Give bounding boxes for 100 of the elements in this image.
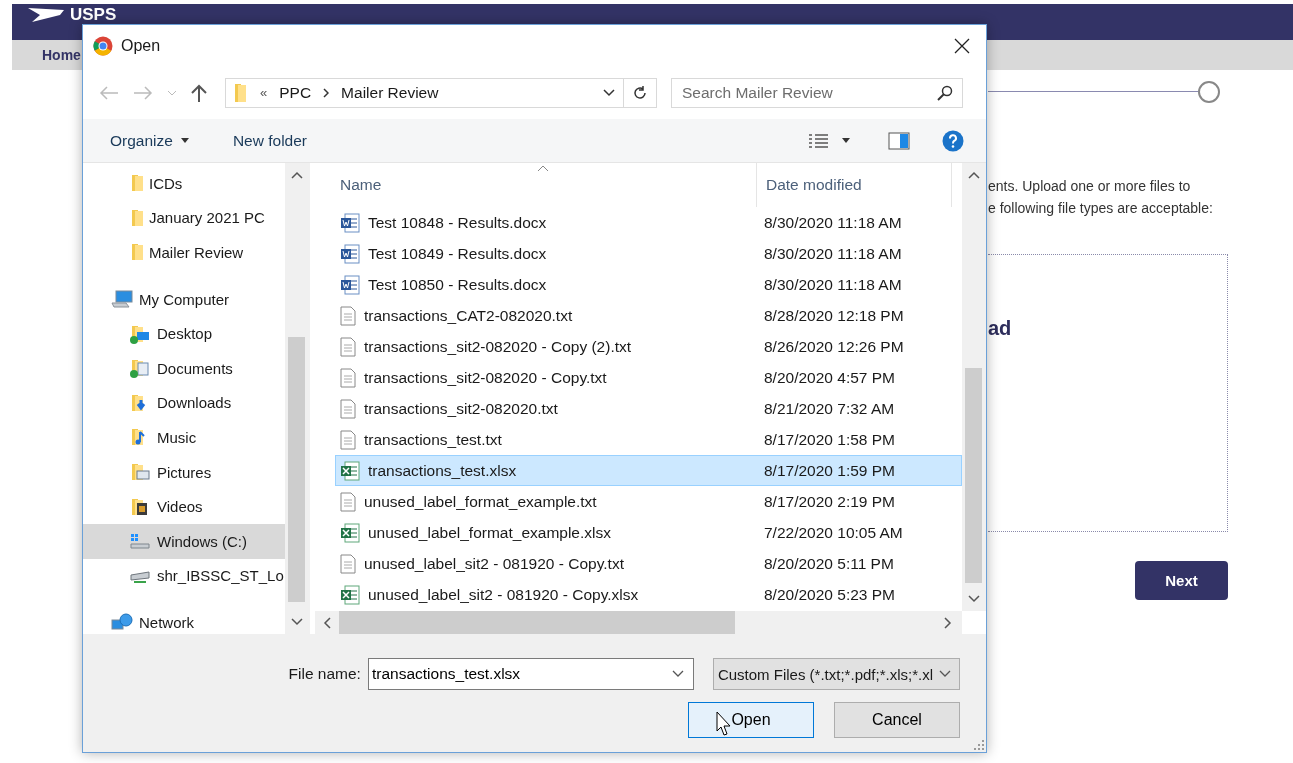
date-modified: 8/17/2020 1:59 PM xyxy=(764,461,895,480)
up-arrow-icon[interactable] xyxy=(191,83,207,102)
date-modified: 8/30/2020 11:18 AM xyxy=(764,275,902,294)
resize-grip-icon[interactable] xyxy=(974,740,984,750)
file-name-label: File name: xyxy=(288,665,361,683)
nav-item[interactable]: Music xyxy=(83,420,285,455)
date-modified: 8/20/2020 5:11 PM xyxy=(764,554,894,573)
file-row[interactable]: transactions_test.xlsx 8/17/2020 1:59 PM xyxy=(335,455,962,486)
chevron-down-icon[interactable] xyxy=(968,595,980,603)
eagle-logo-icon xyxy=(26,6,66,24)
nav-item[interactable]: Documents xyxy=(83,350,285,386)
column-header[interactable]: Name xyxy=(315,163,757,207)
refresh-icon[interactable] xyxy=(632,84,648,101)
date-modified: 7/22/2020 10:05 AM xyxy=(764,523,903,542)
nav-item[interactable]: Desktop xyxy=(83,316,285,351)
nav-item[interactable]: Network xyxy=(83,605,285,634)
file-row[interactable]: transactions_CAT2-082020.txt 8/28/2020 12:18 PM xyxy=(335,300,962,331)
file-name: Test 10849 - Results.docx xyxy=(368,244,547,263)
text-file-icon xyxy=(340,367,356,388)
column-header[interactable]: Date modified xyxy=(757,163,952,207)
folder-icon xyxy=(129,173,143,194)
text-file-icon xyxy=(340,429,356,450)
address-bar[interactable]: « PPC Mailer Review xyxy=(225,77,657,108)
file-row[interactable]: Test 10848 - Results.docx 8/30/2020 11:18 AM xyxy=(335,207,962,238)
date-modified: 8/28/2020 12:18 PM xyxy=(764,306,904,325)
file-name: transactions_sit2-082020 - Copy.txt xyxy=(364,368,607,387)
search-field[interactable]: Search Mailer Review xyxy=(671,77,963,108)
chevron-down-icon[interactable] xyxy=(291,618,303,626)
chevron-right-icon xyxy=(323,87,330,98)
scrollbar[interactable] xyxy=(285,163,309,634)
file-name: unused_label_sit2 - 081920 - Copy.xlsx xyxy=(368,585,639,604)
nav-item[interactable]: Pictures xyxy=(83,454,285,490)
date-modified: 8/17/2020 2:19 PM xyxy=(764,492,895,511)
date-modified: 8/21/2020 7:32 AM xyxy=(764,399,895,418)
nav-item[interactable]: My Computer xyxy=(83,281,285,317)
caret-icon xyxy=(180,138,189,143)
date-modified: 8/20/2020 4:57 PM xyxy=(764,368,895,387)
view-list-icon[interactable] xyxy=(808,132,830,149)
word-file-icon xyxy=(340,243,360,264)
preview-pane-icon[interactable] xyxy=(888,131,910,150)
file-name: transactions_sit2-082020.txt xyxy=(364,399,558,418)
folder-icon xyxy=(129,242,143,263)
nav-link[interactable]: Home xyxy=(42,47,81,63)
close-icon[interactable] xyxy=(954,37,970,54)
nav-item[interactable]: January 2021 PC xyxy=(83,200,285,236)
dropzone-title: ad xyxy=(988,317,1012,340)
organize-menu[interactable]: Organize xyxy=(100,127,199,154)
date-modified: 8/26/2020 12:26 PM xyxy=(764,337,904,356)
pictures-folder-icon xyxy=(129,462,151,483)
text-file-icon xyxy=(340,398,356,419)
file-row[interactable]: unused_label_format_example.xlsx 7/22/2020 10:05 AM xyxy=(335,517,962,548)
nav-item[interactable]: shr_IBSSC_ST_Lo xyxy=(83,558,285,594)
nav-item[interactable]: Windows (C:) xyxy=(83,523,285,559)
new-folder-button[interactable]: New folder xyxy=(222,127,317,154)
scrollbar[interactable] xyxy=(962,163,986,611)
text-file-icon xyxy=(340,336,356,357)
folder-icon xyxy=(129,207,143,228)
file-name: Test 10850 - Results.docx xyxy=(368,275,547,294)
nav-item[interactable]: Videos xyxy=(83,489,285,524)
file-name: Test 10848 - Results.docx xyxy=(368,213,547,232)
file-row[interactable]: unused_label_sit2 - 081920 - Copy.txt 8/20/2020 5:11 PM xyxy=(335,548,962,579)
chevron-right-icon[interactable] xyxy=(944,616,952,629)
text-file-icon xyxy=(340,491,356,512)
file-name: unused_label_format_example.txt xyxy=(364,492,597,511)
file-row[interactable]: transactions_sit2-082020 - Copy (2).txt 8/26/2020 12:26 PM xyxy=(335,331,962,362)
nav-item[interactable]: Mailer Review xyxy=(83,235,285,270)
upload-dropzone[interactable]: ad xyxy=(988,254,1228,532)
word-file-icon xyxy=(340,212,360,233)
chevron-up-icon[interactable] xyxy=(291,171,303,179)
file-row[interactable]: transactions_test.txt 8/17/2020 1:58 PM xyxy=(335,424,962,455)
file-row[interactable]: Test 10850 - Results.docx 8/30/2020 11:18 AM xyxy=(335,269,962,300)
date-modified: 8/30/2020 11:18 AM xyxy=(764,213,902,232)
file-type-dropdown[interactable]: Custom Files (*.txt;*.pdf;*.xls;*.xl xyxy=(712,658,960,690)
caret-icon[interactable] xyxy=(842,138,850,143)
file-name: transactions_test.txt xyxy=(364,430,502,449)
file-row[interactable]: unused_label_format_example.txt 8/17/2020 2:19 PM xyxy=(335,486,962,517)
window-title: Open xyxy=(121,36,161,55)
chevron-down-icon[interactable] xyxy=(603,88,615,97)
chevron-down-icon[interactable] xyxy=(671,670,684,678)
sort-caret-icon xyxy=(537,165,549,172)
text-file-icon xyxy=(340,305,356,326)
file-row[interactable]: unused_label_sit2 - 081920 - Copy.xlsx 8/20/2020 5:23 PM xyxy=(335,579,962,610)
nav-item[interactable]: Downloads xyxy=(83,385,285,421)
horizontal-scrollbar[interactable] xyxy=(315,611,962,634)
logo-text: USPS xyxy=(70,6,117,24)
spreadsheet-file-icon xyxy=(340,522,360,543)
file-name-field[interactable]: transactions_test.xlsx xyxy=(367,658,694,690)
open-button[interactable]: Open xyxy=(688,702,814,738)
next-button[interactable]: Next xyxy=(1135,561,1228,600)
file-row[interactable]: Test 10849 - Results.docx 8/30/2020 11:18 AM xyxy=(335,238,962,269)
word-file-icon xyxy=(340,274,360,295)
help-icon[interactable] xyxy=(942,129,964,152)
cancel-button[interactable]: Cancel xyxy=(834,702,960,738)
spreadsheet-file-icon xyxy=(340,460,360,481)
chevron-left-icon[interactable] xyxy=(323,616,331,629)
chevron-up-icon[interactable] xyxy=(968,171,980,179)
nav-item[interactable]: ICDs xyxy=(83,166,285,201)
file-row[interactable]: transactions_sit2-082020 - Copy.txt 8/20/2020 4:57 PM xyxy=(335,362,962,393)
file-name: unused_label_sit2 - 081920 - Copy.txt xyxy=(364,554,624,573)
file-row[interactable]: transactions_sit2-082020.txt 8/21/2020 7:32 AM xyxy=(335,393,962,424)
